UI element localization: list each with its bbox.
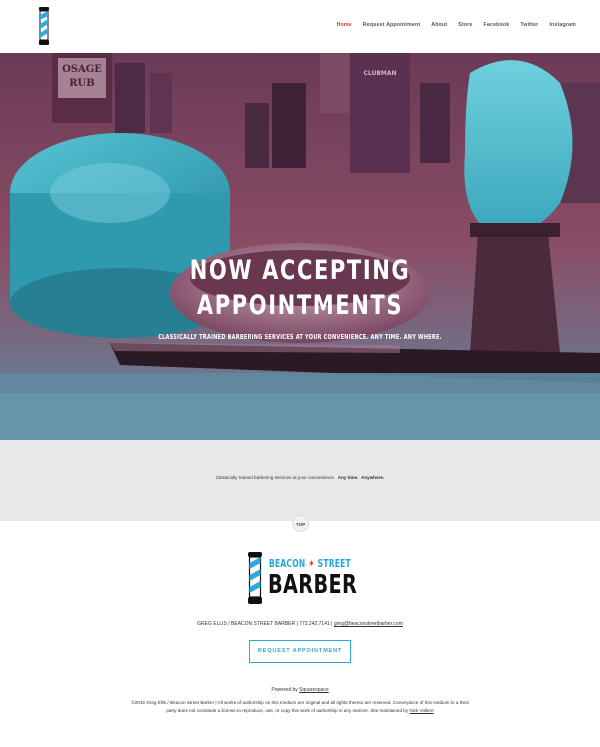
copyright-line1: ©2016 Greg Ellis / Beacon Street Barber … <box>131 700 432 705</box>
contact-text: GREG ELLIS / BEACON STREET BARBER | 773.… <box>197 621 333 627</box>
squarespace-link[interactable]: Squarespace <box>299 687 328 693</box>
hero-title-line1: NOW ACCEPTING <box>189 255 411 286</box>
tagline-main: Classically trained barbering services a… <box>215 475 336 480</box>
brand-word-street: STREET <box>317 558 351 570</box>
powered-by-text: Powered by <box>271 687 298 693</box>
nav-twitter[interactable]: Twitter <box>520 22 538 28</box>
request-appointment-button[interactable]: REQUEST APPOINTMENT <box>249 640 351 663</box>
barber-pole-logo[interactable] <box>38 7 50 45</box>
nav-store[interactable]: Store <box>458 22 472 28</box>
tagline-band <box>0 440 600 521</box>
tagline-text: Classically trained barbering services a… <box>0 475 600 480</box>
tagline-anywhere: Anywhere. <box>361 475 385 480</box>
main-nav: Home Request Appointment About Store Fac… <box>326 22 576 28</box>
osage-label: OSAGE <box>62 64 102 75</box>
nav-home[interactable]: Home <box>337 22 352 28</box>
star-icon: ✶ <box>308 558 315 570</box>
maintainer-link[interactable]: Nick Volkert <box>409 708 433 713</box>
back-to-top-button[interactable]: TOP <box>292 515 309 532</box>
nav-about[interactable]: About <box>431 22 447 28</box>
contact-email-link[interactable]: greg@beaconstreetbarber.com <box>334 621 403 627</box>
nav-request-appointment[interactable]: Request Appointment <box>363 22 421 28</box>
brand-beacon-street: BEACON ✶ STREET <box>269 558 351 570</box>
nav-instagram[interactable]: Instagram <box>549 22 576 28</box>
powered-by: Powered by Squarespace <box>0 687 600 693</box>
contact-info: GREG ELLIS / BEACON STREET BARBER | 773.… <box>0 621 600 627</box>
rub-label: RUB <box>69 78 94 89</box>
brand-word-beacon: BEACON <box>269 558 306 570</box>
clubman-label: CLUBMAN <box>363 70 396 77</box>
footer-brand-logo[interactable]: BEACON ✶ STREET BARBER <box>247 552 357 604</box>
copyright-notice: ©2016 Greg Ellis / Beacon Street Barber … <box>130 699 470 715</box>
hero-subtitle: CLASSICALLY TRAINED BARBERING SERVICES A… <box>158 333 442 341</box>
hero-title: NOW ACCEPTING APPOINTMENTS <box>66 253 534 323</box>
site-header: Home Request Appointment About Store Fac… <box>0 0 600 53</box>
brand-barber: BARBER <box>268 570 358 600</box>
tagline-anytime: Any time. <box>337 475 359 480</box>
hero-image: OSAGE RUB CLUBMAN <box>0 53 600 440</box>
barber-pole-icon <box>248 552 262 604</box>
nav-facebook[interactable]: Facebook <box>484 22 510 28</box>
hero-banner: OSAGE RUB CLUBMAN NOW ACCEPTING APPOINTM… <box>0 53 600 440</box>
hero-title-line2: APPOINTMENTS <box>196 290 404 321</box>
